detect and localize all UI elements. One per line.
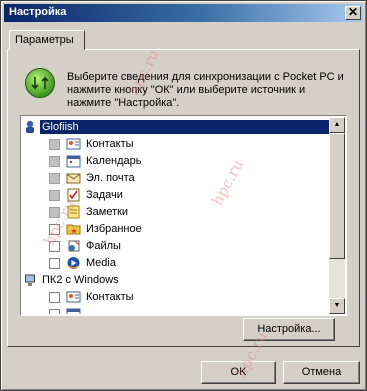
title-bar[interactable]: Настройка ✕ — [4, 4, 363, 22]
settings-button[interactable]: Настройка... — [243, 318, 335, 341]
media-icon — [67, 257, 80, 269]
cancel-button[interactable]: Отмена — [283, 361, 360, 384]
scroll-down-button[interactable]: ▼ — [329, 298, 345, 314]
tab-parameters[interactable]: Параметры — [9, 30, 85, 50]
list-item-label: Заметки — [86, 206, 129, 218]
close-icon: ✕ — [347, 5, 359, 19]
checkbox[interactable] — [49, 241, 60, 252]
ok-button[interactable]: OK — [201, 361, 276, 384]
list-item[interactable]: Избранное — [22, 221, 329, 238]
instructions-text: Выберите сведения для синхронизации с Po… — [67, 71, 344, 109]
window-title: Настройка — [9, 6, 67, 18]
mail-icon — [66, 173, 81, 184]
checkbox[interactable] — [49, 258, 60, 269]
list-item[interactable]: Контакты — [22, 136, 329, 153]
calendar-icon — [66, 308, 81, 314]
tasks-icon — [67, 188, 80, 202]
list-group-label: Glofiish — [40, 120, 329, 134]
close-button[interactable]: ✕ — [345, 6, 361, 20]
list-item-label: Файлы — [86, 240, 121, 252]
sync-items-list[interactable]: Glofiish Контакты Календарь Эл. почта За… — [20, 115, 347, 316]
list-item-label: Задачи — [86, 189, 123, 201]
checkbox[interactable] — [49, 309, 60, 314]
list-group-pc2[interactable]: ПК2 с Windows — [22, 272, 329, 289]
list-item[interactable]: Эл. почта — [22, 170, 329, 187]
list-item[interactable]: Файлы — [22, 238, 329, 255]
vertical-scrollbar[interactable]: ▲ ▼ — [329, 117, 345, 314]
list-item[interactable]: Заметки — [22, 204, 329, 221]
checkbox[interactable] — [49, 156, 60, 167]
calendar-icon — [66, 155, 81, 168]
list-item-label: Контакты — [86, 138, 134, 150]
scroll-up-button[interactable]: ▲ — [329, 117, 345, 133]
checkbox[interactable] — [49, 139, 60, 150]
list-item-label: Media — [86, 257, 116, 269]
list-item-label: Календарь — [86, 155, 142, 167]
checkbox[interactable] — [49, 292, 60, 303]
list-item[interactable]: Календарь — [22, 153, 329, 170]
list-group-label: ПК2 с Windows — [42, 274, 119, 286]
sync-icon — [25, 68, 55, 98]
checkbox[interactable] — [49, 190, 60, 201]
checkbox[interactable] — [49, 207, 60, 218]
list-item[interactable] — [22, 306, 329, 314]
files-icon — [68, 240, 80, 252]
notes-icon — [67, 205, 80, 219]
scroll-thumb[interactable] — [329, 133, 345, 259]
device-icon — [26, 120, 34, 133]
list-group-glofiish[interactable]: Glofiish — [22, 119, 329, 136]
favorites-icon — [66, 224, 81, 235]
list-item-label: Избранное — [86, 223, 142, 235]
list-item[interactable]: Контакты — [22, 289, 329, 306]
list-item-label: Эл. почта — [86, 172, 135, 184]
list-item-label: Контакты — [86, 291, 134, 303]
checkbox[interactable] — [49, 173, 60, 184]
computer-icon — [25, 274, 35, 286]
contacts-icon — [66, 291, 81, 303]
checkbox[interactable] — [49, 224, 60, 235]
list-item[interactable]: Media — [22, 255, 329, 272]
settings-dialog: Настройка ✕ Параметры Выберите сведения … — [0, 0, 367, 391]
list-item[interactable]: Задачи — [22, 187, 329, 204]
contacts-icon — [66, 138, 81, 150]
